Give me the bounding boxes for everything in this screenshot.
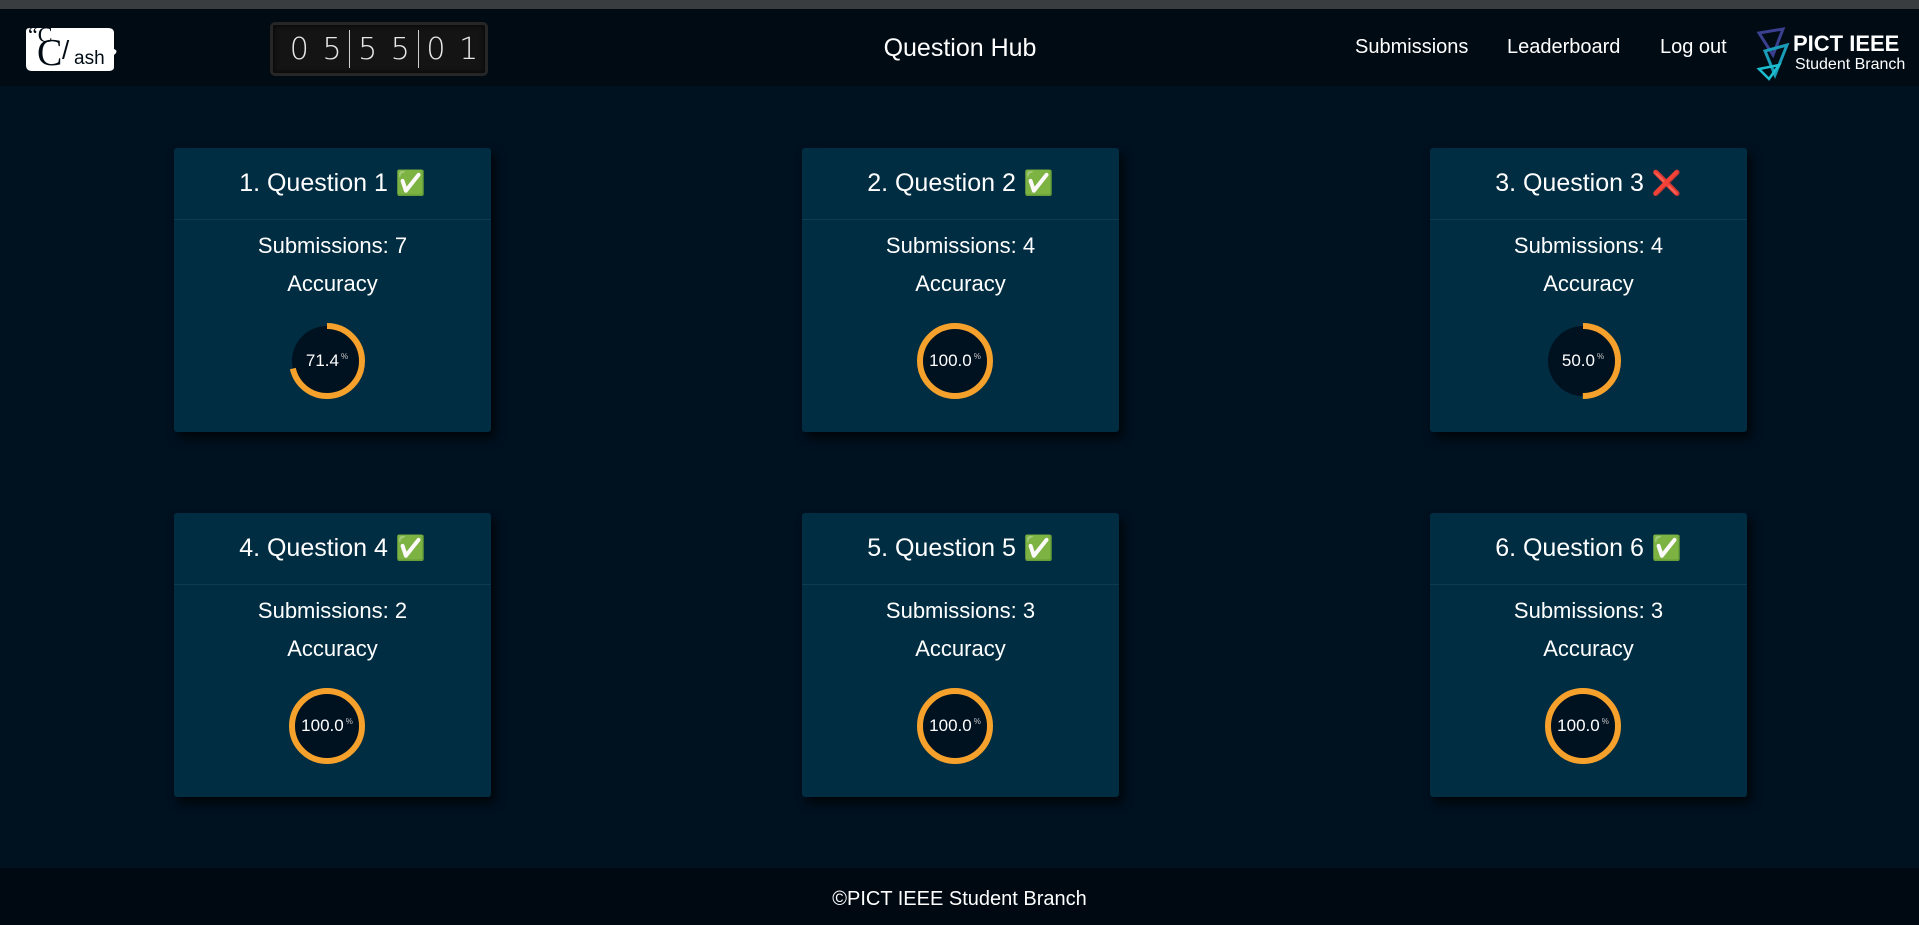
navbar: “C C / ash „ 0 5 5 5 0 1 Question Hub Su… xyxy=(0,9,1919,86)
ieee-subtitle: Student Branch xyxy=(1795,56,1906,73)
question-card-title[interactable]: 3. Question 3 ❌ xyxy=(1430,148,1747,220)
accuracy-ring: 50.0% xyxy=(1544,322,1622,400)
accuracy-ring: 100.0% xyxy=(916,322,994,400)
accuracy-unit: % xyxy=(345,716,353,726)
accuracy-unit: % xyxy=(340,351,349,361)
nav-leaderboard-link[interactable]: Leaderboard xyxy=(1507,36,1620,59)
question-card-title[interactable]: 6. Question 6 ✅ xyxy=(1430,513,1747,585)
submissions-count: Submissions: 2 xyxy=(257,598,408,623)
ieee-triangle-icon xyxy=(1756,27,1790,81)
svg-text:C: C xyxy=(37,32,62,74)
check-icon: ✅ xyxy=(395,535,426,562)
accuracy-value: 71.4 xyxy=(305,351,339,370)
question-card-title[interactable]: 5. Question 5 ✅ xyxy=(802,513,1119,585)
check-icon: ✅ xyxy=(1651,535,1682,562)
question-title[interactable]: 2. Question 2 xyxy=(867,169,1016,198)
accuracy-ring: 100.0% xyxy=(288,687,366,765)
question-card[interactable]: 6. Question 6 ✅ Submissions: 3 Accuracy … xyxy=(1430,513,1747,797)
accuracy-ring: 100.0% xyxy=(916,687,994,765)
accuracy-unit: % xyxy=(973,351,981,361)
check-icon: ✅ xyxy=(395,170,426,197)
accuracy-value: 100.0 xyxy=(1557,716,1600,735)
clash-logo[interactable]: “C C / ash „ xyxy=(22,22,120,77)
accuracy-label: Accuracy xyxy=(915,271,1006,296)
pict-ieee-logo[interactable]: PICT IEEE Student Branch xyxy=(1755,25,1905,81)
question-card[interactable]: 5. Question 5 ✅ Submissions: 3 Accuracy … xyxy=(802,513,1119,797)
accuracy-value: 50.0 xyxy=(1561,351,1595,370)
timer-digit: 5 xyxy=(390,31,410,67)
footer: ©PICT IEEE Student Branch xyxy=(0,868,1919,925)
question-card[interactable]: 1. Question 1 ✅ Submissions: 7 Accuracy … xyxy=(174,148,491,432)
question-title[interactable]: 6. Question 6 xyxy=(1495,534,1644,563)
footer-copyright: ©PICT IEEE Student Branch xyxy=(832,888,1087,910)
question-title[interactable]: 5. Question 5 xyxy=(867,534,1016,563)
timer-digit: 0 xyxy=(426,31,446,67)
submissions-count: Submissions: 4 xyxy=(1513,233,1664,258)
accuracy-unit: % xyxy=(973,716,981,726)
accuracy-unit: % xyxy=(1596,351,1605,361)
question-card-title[interactable]: 2. Question 2 ✅ xyxy=(802,148,1119,220)
question-title[interactable]: 1. Question 1 xyxy=(239,169,388,198)
cross-icon: ❌ xyxy=(1651,170,1682,197)
question-card-title[interactable]: 4. Question 4 ✅ xyxy=(174,513,491,585)
accuracy-label: Accuracy xyxy=(287,271,378,296)
submissions-count: Submissions: 3 xyxy=(885,598,1036,623)
timer-separator xyxy=(349,30,351,68)
accuracy-ring: 100.0% xyxy=(1544,687,1622,765)
accuracy-value: 100.0 xyxy=(301,716,344,735)
browser-top-strip xyxy=(0,0,1919,9)
ieee-title: PICT IEEE xyxy=(1793,31,1900,56)
timer-digit: 5 xyxy=(358,31,378,67)
svg-text:„: „ xyxy=(106,57,114,75)
accuracy-label: Accuracy xyxy=(915,636,1006,661)
submissions-count: Submissions: 4 xyxy=(885,233,1036,258)
question-card[interactable]: 2. Question 2 ✅ Submissions: 4 Accuracy … xyxy=(802,148,1119,432)
svg-text:ash: ash xyxy=(74,48,105,69)
check-icon: ✅ xyxy=(1023,170,1054,197)
question-card[interactable]: 4. Question 4 ✅ Submissions: 2 Accuracy … xyxy=(174,513,491,797)
accuracy-label: Accuracy xyxy=(1543,271,1634,296)
timer-digit: 1 xyxy=(459,31,479,67)
question-title[interactable]: 4. Question 4 xyxy=(239,534,388,563)
svg-text:/: / xyxy=(62,35,70,65)
accuracy-value: 100.0 xyxy=(929,351,972,370)
timer-digit: 0 xyxy=(289,31,309,67)
accuracy-value: 100.0 xyxy=(929,716,972,735)
countdown-timer: 0 5 5 5 0 1 xyxy=(270,22,488,76)
nav-submissions-link[interactable]: Submissions xyxy=(1355,36,1468,59)
question-card-title[interactable]: 1. Question 1 ✅ xyxy=(174,148,491,220)
nav-logout-link[interactable]: Log out xyxy=(1660,36,1727,59)
check-icon: ✅ xyxy=(1023,535,1054,562)
timer-separator xyxy=(417,30,419,68)
submissions-count: Submissions: 7 xyxy=(257,233,408,258)
timer-digit: 5 xyxy=(322,31,342,67)
submissions-count: Submissions: 3 xyxy=(1513,598,1664,623)
accuracy-unit: % xyxy=(1601,716,1609,726)
accuracy-label: Accuracy xyxy=(1543,636,1634,661)
accuracy-ring: 71.4% xyxy=(288,322,366,400)
accuracy-label: Accuracy xyxy=(287,636,378,661)
question-card[interactable]: 3. Question 3 ❌ Submissions: 4 Accuracy … xyxy=(1430,148,1747,432)
page-title: Question Hub xyxy=(883,34,1037,62)
question-title[interactable]: 3. Question 3 xyxy=(1495,169,1644,198)
clash-logo-icon: “C C / ash „ xyxy=(26,22,117,77)
